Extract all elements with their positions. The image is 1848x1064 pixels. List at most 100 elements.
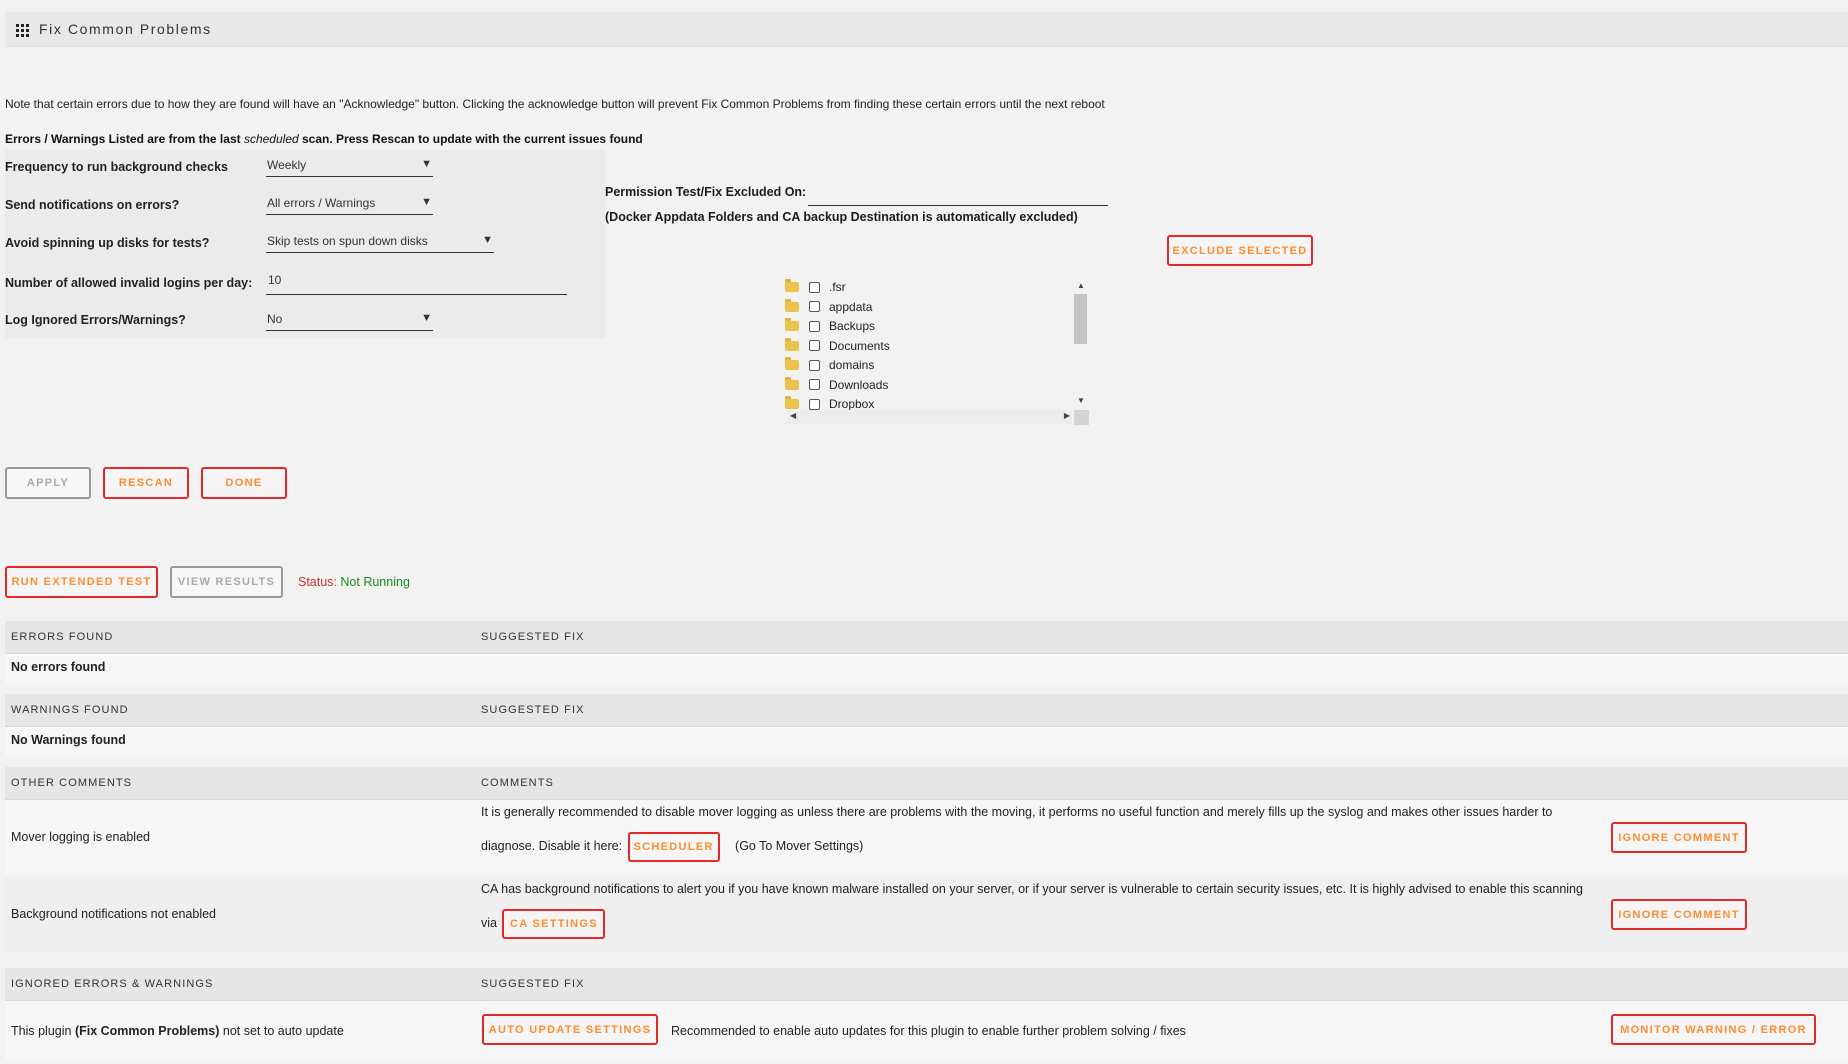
errors-header xyxy=(5,621,1848,654)
folder-checkbox[interactable] xyxy=(809,281,820,293)
rescan-button[interactable]: Rescan xyxy=(103,467,189,499)
page-title: Fix Common Problems xyxy=(39,21,212,37)
comment-body: CA has background notifications to alert… xyxy=(481,882,1583,930)
folder-icon xyxy=(785,298,799,312)
frequency-label: Frequency to run background checks xyxy=(5,160,228,174)
comment-text: CA has background notifications to alert… xyxy=(481,872,1591,940)
folder-checkbox[interactable] xyxy=(809,379,820,390)
folder-name: appdata xyxy=(829,299,873,314)
folder-name: Documents xyxy=(829,338,890,353)
folder-item[interactable]: Documents xyxy=(785,337,890,355)
status-label: Status: xyxy=(298,575,337,589)
folder-item[interactable]: Downloads xyxy=(785,376,888,394)
scan-note-prefix: Errors / Warnings Listed are from the la… xyxy=(5,132,244,146)
folder-item[interactable]: domains xyxy=(785,356,874,374)
excluded-label: Permission Test/Fix Excluded On: xyxy=(605,185,807,199)
spinup-label: Avoid spinning up disks for tests? xyxy=(5,236,210,250)
folder-icon xyxy=(785,337,799,351)
acknowledge-note: Note that certain errors due to how they… xyxy=(5,97,1105,111)
frequency-value: Weekly xyxy=(267,158,307,172)
errors-column-header: ERRORS FOUND xyxy=(11,631,114,643)
notifications-value: All errors / Warnings xyxy=(267,196,376,210)
folder-tree: .fsr appdata Backups Documents domains D… xyxy=(785,278,1090,428)
folder-icon xyxy=(785,376,799,390)
dropdown-arrow-icon: ▼ xyxy=(482,234,493,246)
scan-note-emphasis: scheduled xyxy=(243,132,299,146)
done-button[interactable]: Done xyxy=(201,467,287,499)
folder-checkbox[interactable] xyxy=(809,301,820,312)
dropdown-arrow-icon: ▼ xyxy=(421,196,432,208)
folder-tree-vscroll[interactable]: ▲ ▼ xyxy=(1074,280,1088,408)
run-extended-test-button[interactable]: Run Extended Test xyxy=(5,566,158,598)
mover-settings-link[interactable]: (Go To Mover Settings) xyxy=(735,839,863,853)
folder-tree-hscroll[interactable]: ◀ ▶ xyxy=(788,410,1072,424)
ignore-comment-button[interactable]: Ignore Comment xyxy=(1611,822,1747,853)
no-warnings-text: No Warnings found xyxy=(11,733,126,747)
ignored-issue-plugin: (Fix Common Problems) xyxy=(74,1024,220,1038)
notifications-label: Send notifications on errors? xyxy=(5,198,180,212)
monitor-warning-button[interactable]: Monitor Warning / Error xyxy=(1611,1014,1816,1045)
folder-icon xyxy=(785,279,799,292)
frequency-select[interactable]: Weekly ▼ xyxy=(266,158,433,177)
exclude-selected-button[interactable]: Exclude Selected xyxy=(1167,235,1313,266)
view-results-button[interactable]: View Results xyxy=(170,566,283,598)
folder-name: Downloads xyxy=(829,377,889,392)
scroll-left-icon[interactable]: ◀ xyxy=(790,411,796,420)
table-row xyxy=(5,654,1848,684)
excluded-field[interactable] xyxy=(808,205,1108,206)
table-row xyxy=(5,727,1848,757)
folder-checkbox[interactable] xyxy=(809,398,820,410)
dropdown-arrow-icon: ▼ xyxy=(421,312,432,324)
logins-label: Number of allowed invalid logins per day… xyxy=(5,276,253,290)
comment-text: It is generally recommended to disable m… xyxy=(481,795,1591,863)
folder-icon xyxy=(785,318,799,331)
comment-issue: Mover logging is enabled xyxy=(11,830,150,844)
ignored-issue-suffix: not set to auto update xyxy=(219,1024,344,1038)
log-ignored-value: No xyxy=(267,312,283,326)
auto-excluded-note: (Docker Appdata Folders and CA backup De… xyxy=(605,210,1078,224)
warnings-column-header: WARNINGS FOUND xyxy=(11,704,129,716)
scroll-corner xyxy=(1074,410,1089,425)
folder-item[interactable]: .fsr xyxy=(785,278,846,296)
scroll-right-icon[interactable]: ▶ xyxy=(1064,411,1070,420)
apply-button[interactable]: Apply xyxy=(5,467,91,499)
grid-icon[interactable] xyxy=(16,23,29,37)
comment-issue: Background notifications not enabled xyxy=(11,907,217,921)
scan-note: Errors / Warnings Listed are from the la… xyxy=(5,132,643,146)
ca-settings-button[interactable]: CA Settings xyxy=(502,908,606,939)
ignored-issue-prefix: This plugin xyxy=(11,1024,75,1038)
folder-checkbox[interactable] xyxy=(809,320,820,332)
status-value: Not Running xyxy=(340,575,410,589)
ignored-fix-column-header: SUGGESTED FIX xyxy=(481,978,585,990)
folder-icon xyxy=(785,357,799,370)
notifications-select[interactable]: All errors / Warnings ▼ xyxy=(266,196,433,215)
auto-update-settings-button[interactable]: Auto Update Settings xyxy=(482,1014,658,1045)
ignored-header xyxy=(5,968,1848,1001)
logins-input[interactable]: 10 xyxy=(266,273,567,295)
no-errors-text: No errors found xyxy=(11,660,106,674)
folder-name: Backups xyxy=(829,319,876,333)
dropdown-arrow-icon: ▼ xyxy=(421,158,432,170)
warnings-fix-column-header: SUGGESTED FIX xyxy=(481,704,585,716)
log-ignored-select[interactable]: No ▼ xyxy=(266,312,433,331)
folder-item[interactable]: Backups xyxy=(785,317,875,335)
comments-column-header: OTHER COMMENTS xyxy=(11,777,133,789)
scroll-thumb[interactable] xyxy=(1074,294,1087,344)
folder-name: domains xyxy=(829,358,875,372)
folder-name: .fsr xyxy=(829,280,846,294)
warnings-header xyxy=(5,694,1848,727)
folder-checkbox[interactable] xyxy=(809,359,820,371)
errors-fix-column-header: SUGGESTED FIX xyxy=(481,631,585,643)
comments-text-column-header: COMMENTS xyxy=(481,777,554,789)
folder-item[interactable]: appdata xyxy=(785,298,872,316)
ignored-column-header: IGNORED ERRORS & WARNINGS xyxy=(11,978,214,990)
ignored-issue: This plugin (Fix Common Problems) not se… xyxy=(11,1024,344,1038)
folder-icon xyxy=(785,396,799,409)
ignore-comment-button[interactable]: Ignore Comment xyxy=(1611,899,1747,930)
folder-checkbox[interactable] xyxy=(809,340,820,351)
scheduler-button[interactable]: Scheduler xyxy=(627,831,720,862)
folder-name: Dropbox xyxy=(829,397,875,411)
spinup-select[interactable]: Skip tests on spun down disks ▼ xyxy=(266,234,494,253)
scroll-down-icon[interactable]: ▼ xyxy=(1077,396,1085,405)
scroll-up-icon[interactable]: ▲ xyxy=(1077,281,1085,290)
